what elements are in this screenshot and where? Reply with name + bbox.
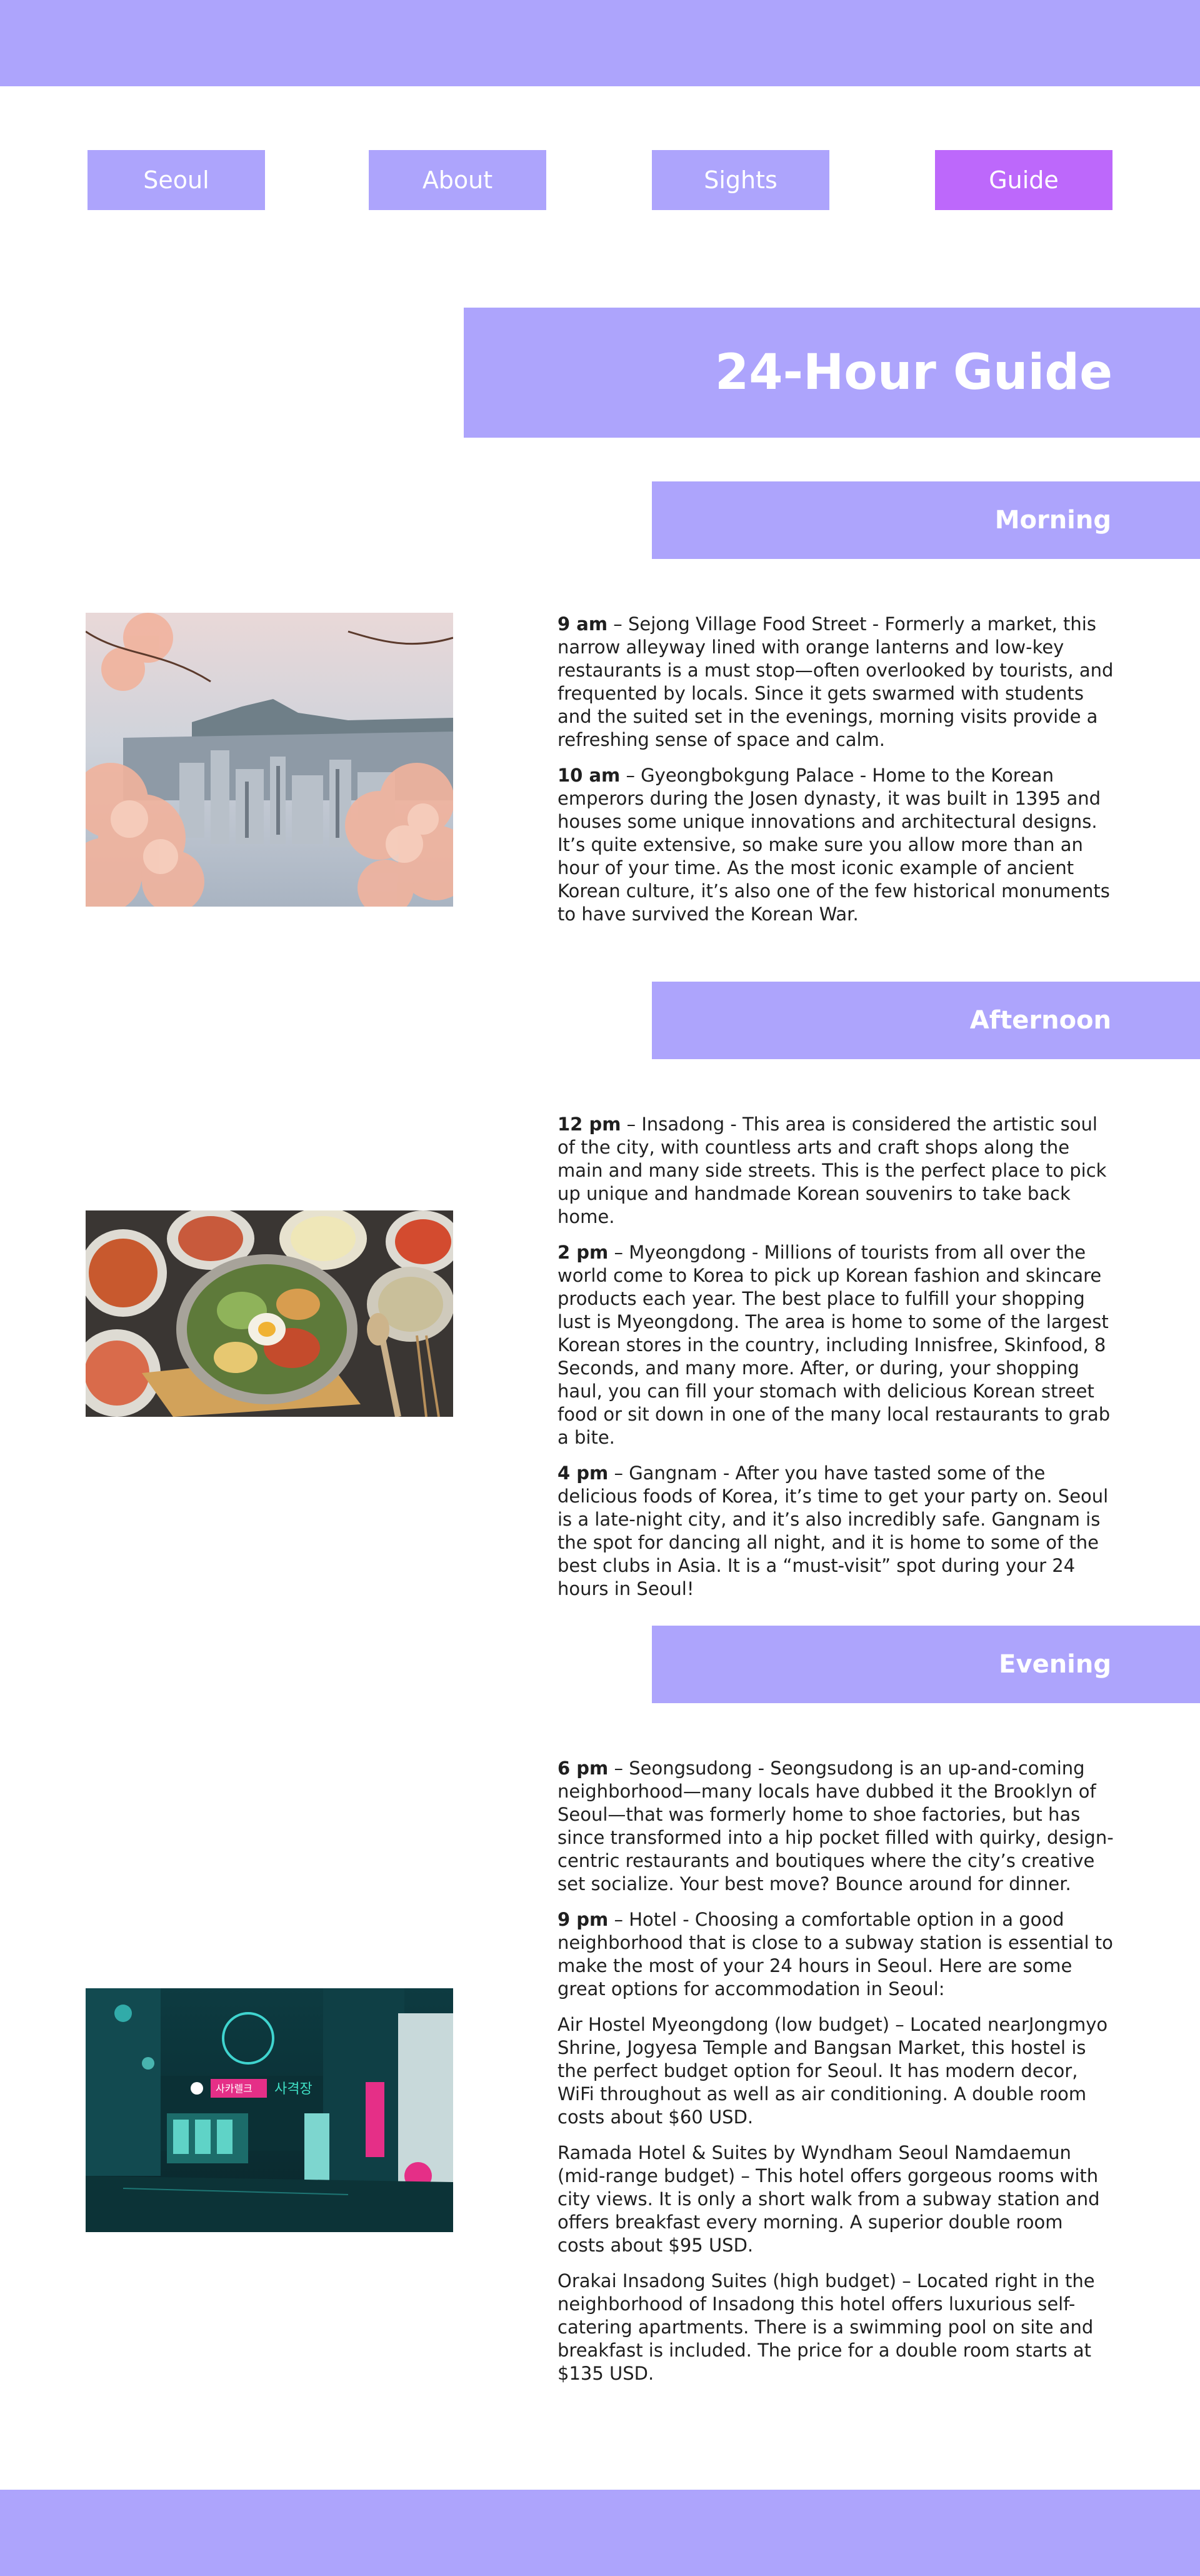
footer-banner [0,2490,1200,2576]
item-text: – Myeongdong - Millions of tourists from… [558,1242,1111,1448]
evening-heading: Evening [999,1650,1111,1679]
section-heading-morning: Morning [652,481,1200,559]
item-text: – Seongsudong - Seongsudong is an up-and… [558,1758,1114,1894]
hotel-option: Orakai Insadong Suites (high budget) – L… [558,2270,1095,2384]
evening-photo: 사카렐크 사격장 [86,1988,453,2232]
item-text: – Gyeongbokgung Palace - Home to the Kor… [558,765,1110,925]
afternoon-heading: Afternoon [969,1006,1111,1035]
item-text: – Gangnam - After you have tasted some o… [558,1462,1109,1599]
neon-sign-text: 사카렐크 [216,2083,252,2095]
neon-sign-text: 사격장 [274,2081,312,2097]
section-heading-evening: Evening [652,1626,1200,1703]
item-text: – Sejong Village Food Street - Formerly … [558,613,1114,750]
morning-photo [86,613,453,907]
evening-text: 6 pm – Seongsudong - Seongsudong is an u… [558,1757,1115,2398]
morning-item: 9 am – Sejong Village Food Street - Form… [558,613,1115,752]
afternoon-photo [86,1210,453,1417]
afternoon-text: 12 pm – Insadong - This area is consider… [558,1113,1115,1613]
evening-item: 6 pm – Seongsudong - Seongsudong is an u… [558,1757,1115,1896]
item-time: 2 pm [558,1242,609,1263]
afternoon-item: 4 pm – Gangnam - After you have tasted s… [558,1462,1115,1601]
item-text: – Insadong - This area is considered the… [558,1114,1107,1227]
item-time: 9 am [558,613,608,635]
nav-about[interactable]: About [369,150,546,210]
item-time: 12 pm [558,1114,621,1135]
page-title-banner: 24-Hour Guide [464,308,1200,438]
afternoon-item: 12 pm – Insadong - This area is consider… [558,1113,1115,1229]
nav-seoul[interactable]: Seoul [88,150,265,210]
item-time: 10 am [558,765,621,786]
item-time: 4 pm [558,1462,609,1484]
section-heading-afternoon: Afternoon [652,982,1200,1059]
morning-heading: Morning [994,506,1111,535]
item-time: 9 pm [558,1909,609,1930]
evening-item: 9 pm – Hotel - Choosing a comfortable op… [558,1908,1115,2001]
item-text: – Hotel - Choosing a comfortable option … [558,1909,1113,2000]
top-banner [0,0,1200,86]
morning-item: 10 am – Gyeongbokgung Palace - Home to t… [558,764,1115,926]
morning-text: 9 am – Sejong Village Food Street - Form… [558,613,1115,938]
item-time: 6 pm [558,1758,609,1779]
page-title: 24-Hour Guide [715,345,1112,401]
nav-sights[interactable]: Sights [652,150,829,210]
hotel-option: Ramada Hotel & Suites by Wyndham Seoul N… [558,2142,1100,2256]
hotel-option: Air Hostel Myeongdong (low budget) – Loc… [558,2014,1108,2128]
nav-guide[interactable]: Guide [935,150,1112,210]
afternoon-item: 2 pm – Myeongdong - Millions of tourists… [558,1241,1115,1449]
main-nav: Seoul About Sights Guide [0,150,1200,210]
